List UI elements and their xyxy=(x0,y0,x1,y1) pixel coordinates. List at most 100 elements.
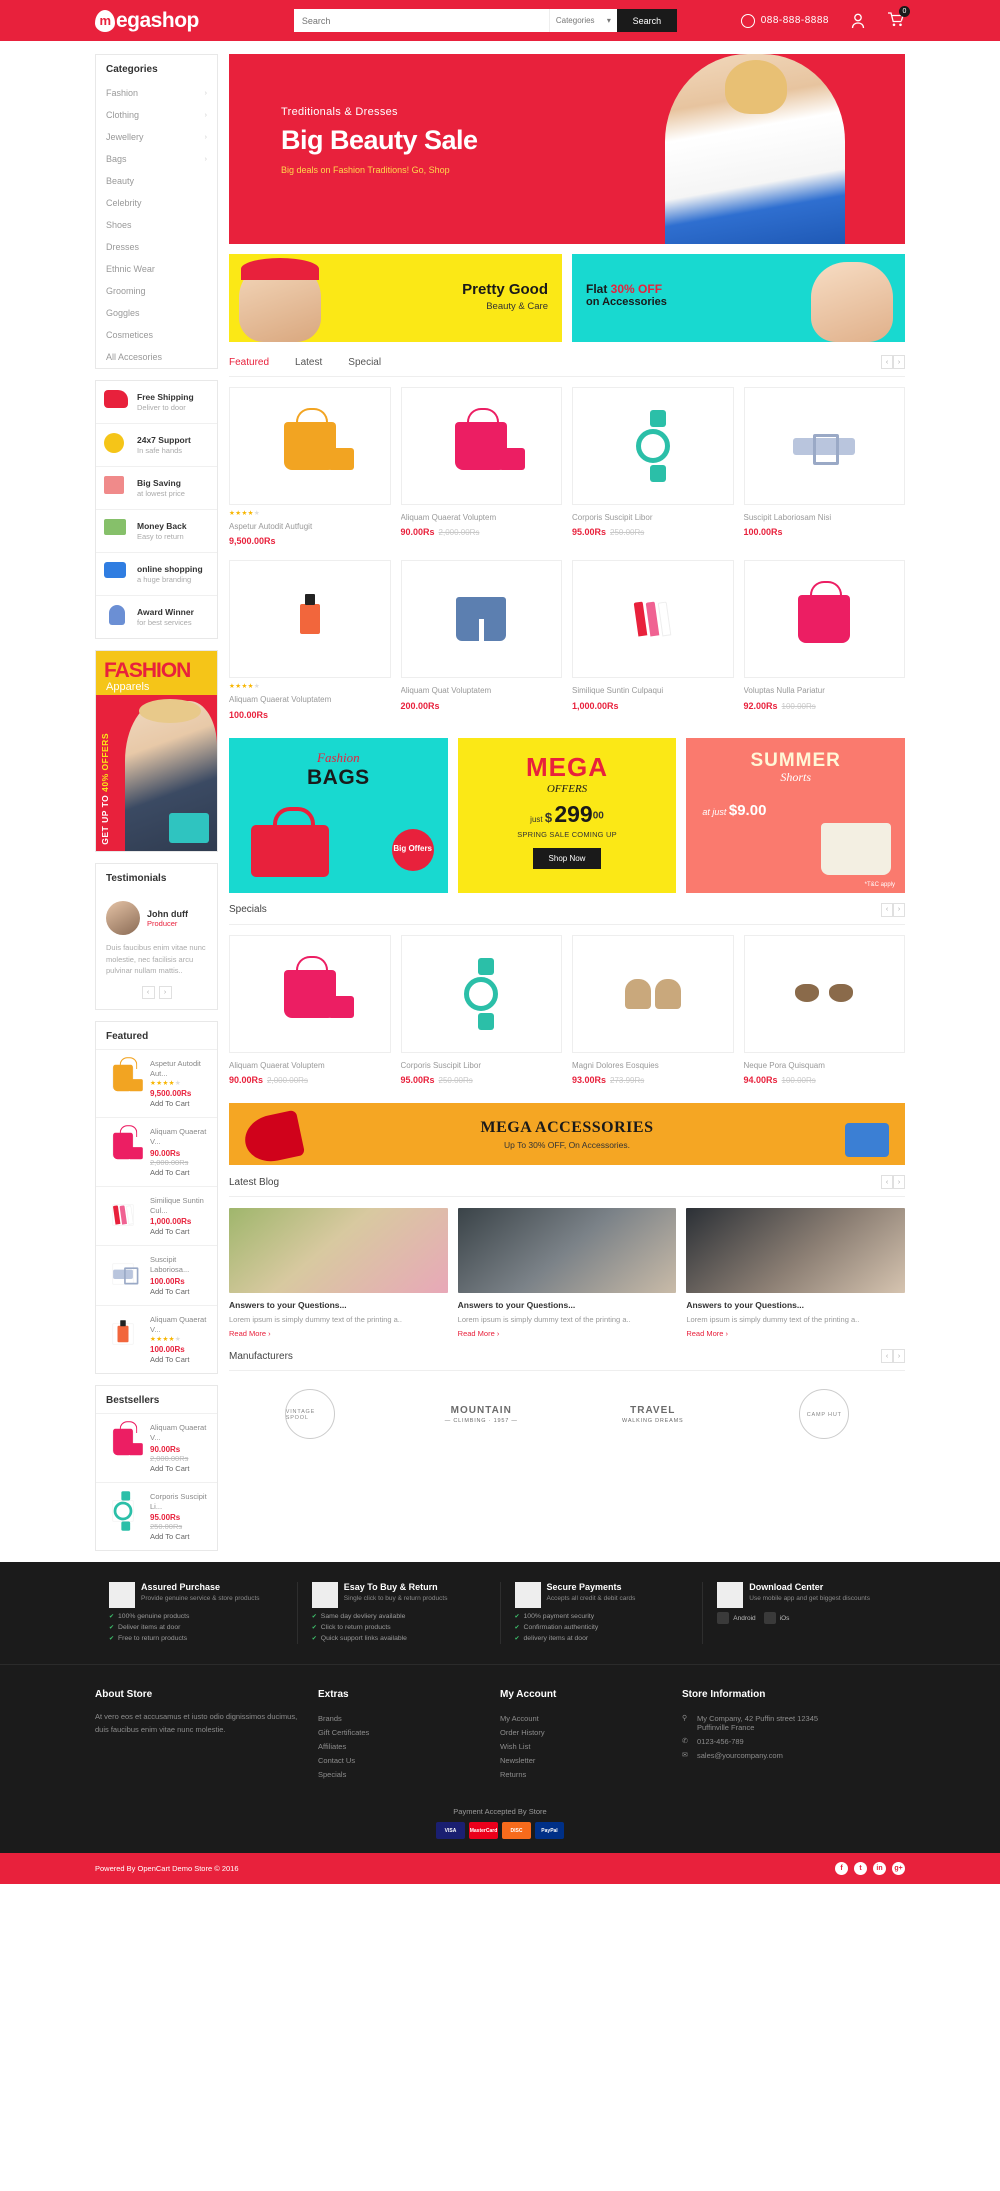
social-icon[interactable]: in xyxy=(873,1862,886,1876)
list-item[interactable]: Suscipit Laboriosa... 100.00Rs Add To Ca… xyxy=(96,1245,217,1305)
list-item[interactable]: Corporis Suscipit Li... 95.00Rs 250.00Rs… xyxy=(96,1481,217,1551)
list-item[interactable]: Aspetur Autodit Aut... ★★★★★ 9,500.00Rs … xyxy=(96,1048,217,1118)
sidebar-category-jewellery[interactable]: Jewellery › xyxy=(96,126,217,148)
tab-featured[interactable]: Featured xyxy=(229,357,269,368)
sidebar-category-dresses[interactable]: Dresses xyxy=(96,236,217,258)
footer-link[interactable]: Contact Us xyxy=(318,1753,482,1767)
footer-link[interactable]: Brands xyxy=(318,1711,482,1725)
manufacturer-logo[interactable]: VINTAGE SPOOL xyxy=(229,1385,391,1443)
testimonial-prev-button[interactable]: ‹ xyxy=(141,985,155,999)
manufacturer-logo[interactable]: TRAVEL WALKING DREAMS xyxy=(572,1385,734,1443)
social-icon[interactable]: g+ xyxy=(892,1862,905,1876)
download-ios-button[interactable]: iOs xyxy=(763,1612,789,1625)
add-to-cart-button[interactable]: Add To Cart xyxy=(150,1168,209,1177)
mega-accessories-banner[interactable]: MEGA ACCESSORIES Up To 30% OFF, On Acces… xyxy=(229,1103,905,1167)
product-card[interactable]: Aliquam Quaerat Voluptem 90.00Rs 2,000.00… xyxy=(400,387,562,546)
sidebar-category-ethnic-wear[interactable]: Ethnic Wear xyxy=(96,258,217,280)
add-to-cart-button[interactable]: Add To Cart xyxy=(150,1287,209,1296)
product-card[interactable]: ★★★★★ Aspetur Autodit Autfugit 9,500.00R… xyxy=(229,387,391,546)
search-button[interactable]: Search xyxy=(616,9,677,32)
manufacturer-logo[interactable]: CAMP HUT xyxy=(744,1385,906,1443)
search-input[interactable] xyxy=(293,9,549,32)
footer-link[interactable]: Affiliates xyxy=(318,1739,482,1753)
add-to-cart-button[interactable]: Add To Cart xyxy=(150,1227,209,1236)
footer-link[interactable]: My Account xyxy=(500,1711,664,1725)
list-item[interactable]: Aliquam Quaerat V... 90.00Rs 2,000.00Rs … xyxy=(96,1413,217,1482)
featured-prev-button[interactable]: ‹ xyxy=(881,355,893,369)
manufacturer-logo[interactable]: MOUNTAIN — CLIMBING · 1957 — xyxy=(401,1385,563,1443)
product-card[interactable]: Similique Suntin Culpaqui 1,000.00Rs xyxy=(572,560,734,719)
featured-next-button[interactable]: › xyxy=(893,355,905,369)
sidebar-category-shoes[interactable]: Shoes xyxy=(96,214,217,236)
header-phone[interactable]: 088-888-8888 xyxy=(740,13,829,28)
specials-next-button[interactable]: › xyxy=(893,902,905,917)
sidebar-category-beauty[interactable]: Beauty xyxy=(96,170,217,192)
add-to-cart-button[interactable]: Add To Cart xyxy=(150,1464,209,1473)
fashion-banner[interactable]: FASHION Apparels GET UP TO 40% OFFERS xyxy=(95,650,218,852)
service-item[interactable]: Money Back Easy to return xyxy=(96,509,217,552)
sidebar-category-grooming[interactable]: Grooming xyxy=(96,280,217,302)
product-card[interactable]: Corporis Suscipit Libor 95.00Rs 250.00Rs xyxy=(572,387,734,546)
promo-banner-beauty[interactable]: Pretty Good Beauty & Care xyxy=(229,254,562,342)
product-card[interactable]: Suscipit Laboriosam Nisi 100.00Rs xyxy=(743,387,905,546)
read-more-link[interactable]: Read More › xyxy=(229,1329,271,1338)
manufacturers-next-button[interactable]: › xyxy=(893,1349,905,1364)
add-to-cart-button[interactable]: Add To Cart xyxy=(150,1532,209,1541)
product-card[interactable]: Aliquam Quat Voluptatem 200.00Rs xyxy=(400,560,562,719)
service-item[interactable]: Award Winner for best services xyxy=(96,595,217,638)
product-card[interactable]: ★★★★★ Aliquam Quaerat Voluptatem 100.00R… xyxy=(229,560,391,720)
footer-link[interactable]: Newsletter xyxy=(500,1753,664,1767)
product-card[interactable]: Voluptas Nulla Pariatur 92.00Rs 100.00Rs xyxy=(743,560,905,719)
footer-link[interactable]: Wish List xyxy=(500,1739,664,1753)
shop-now-button[interactable]: Shop Now xyxy=(532,847,602,869)
read-more-link[interactable]: Read More › xyxy=(686,1329,728,1338)
service-item[interactable]: online shopping a huge branding xyxy=(96,552,217,595)
service-item[interactable]: 24x7 Support In safe hands xyxy=(96,423,217,466)
product-card[interactable]: Magni Dolores Eosquies 93.00Rs 273.99Rs xyxy=(572,934,734,1085)
blog-card[interactable]: Answers to your Questions... Lorem ipsum… xyxy=(229,1208,448,1339)
service-item[interactable]: Free Shipping Deliver to door xyxy=(96,381,217,423)
tab-latest[interactable]: Latest xyxy=(295,357,322,368)
service-item[interactable]: Big Saving at lowest price xyxy=(96,466,217,509)
social-icon[interactable]: f xyxy=(835,1862,848,1876)
add-to-cart-button[interactable]: Add To Cart xyxy=(150,1099,209,1108)
sidebar-category-bags[interactable]: Bags › xyxy=(96,148,217,170)
manufacturers-prev-button[interactable]: ‹ xyxy=(881,1349,893,1364)
add-to-cart-button[interactable]: Add To Cart xyxy=(150,1355,209,1364)
blog-card[interactable]: Answers to your Questions... Lorem ipsum… xyxy=(457,1208,677,1339)
product-card[interactable]: Aliquam Quaerat Voluptem 90.00Rs 2,000.00… xyxy=(229,934,391,1085)
footer-link[interactable]: Order History xyxy=(500,1725,664,1739)
footer-link[interactable]: Gift Certificates xyxy=(318,1725,482,1739)
blog-prev-button[interactable]: ‹ xyxy=(881,1175,893,1190)
product-card[interactable]: Corporis Suscipit Libor 95.00Rs 250.00Rs xyxy=(400,934,562,1085)
testimonial-next-button[interactable]: › xyxy=(158,985,172,999)
footer-link[interactable]: Returns xyxy=(500,1767,664,1781)
logo[interactable]: m egashop xyxy=(95,9,199,33)
cart-button[interactable]: 0 xyxy=(887,6,910,30)
list-item[interactable]: Aliquam Quaerat V... 90.00Rs 2,000.00Rs … xyxy=(96,1117,217,1186)
promo-banner-accessories[interactable]: Flat 30% OFF on Accessories xyxy=(572,254,905,342)
blog-next-button[interactable]: › xyxy=(893,1175,905,1190)
sidebar-category-goggles[interactable]: Goggles xyxy=(96,302,217,324)
social-icon[interactable]: t xyxy=(854,1862,867,1876)
download-android-button[interactable]: Android xyxy=(717,1612,756,1625)
specials-prev-button[interactable]: ‹ xyxy=(881,902,893,917)
promo-mega-banner[interactable]: MEGA OFFERS just $ 29900 SPRING SALE COM… xyxy=(457,737,677,893)
sidebar-category-clothing[interactable]: Clothing › xyxy=(96,104,217,126)
sidebar-category-celebrity[interactable]: Celebrity xyxy=(96,192,217,214)
sidebar-category-fashion[interactable]: Fashion › xyxy=(96,82,217,104)
user-icon[interactable] xyxy=(851,13,865,29)
list-item[interactable]: Similique Suntin Cul... 1,000.00Rs Add T… xyxy=(96,1185,217,1246)
sidebar-category-all-accesories[interactable]: All Accesories xyxy=(96,346,217,368)
search-category-select[interactable]: Categories ▾ xyxy=(548,9,617,32)
list-item[interactable]: Aliquam Quaerat V... ★★★★★ 100.00Rs Add … xyxy=(96,1304,217,1374)
sidebar-category-cosmetices[interactable]: Cosmetices xyxy=(96,324,217,346)
product-card[interactable]: Neque Pora Quisquam 94.00Rs 100.00Rs xyxy=(743,934,905,1085)
hero-slider[interactable]: Treditionals & Dresses Big Beauty Sale B… xyxy=(229,54,905,244)
promo-bags-banner[interactable]: Fashion BAGS Big Offers xyxy=(229,737,448,893)
promo-summer-banner[interactable]: SUMMER Shorts at just $9.00 *T&C apply xyxy=(686,737,906,893)
read-more-link[interactable]: Read More › xyxy=(458,1329,500,1338)
blog-card[interactable]: Answers to your Questions... Lorem ipsum… xyxy=(686,1208,906,1339)
footer-link[interactable]: Specials xyxy=(318,1767,482,1781)
tab-special[interactable]: Special xyxy=(348,357,381,368)
